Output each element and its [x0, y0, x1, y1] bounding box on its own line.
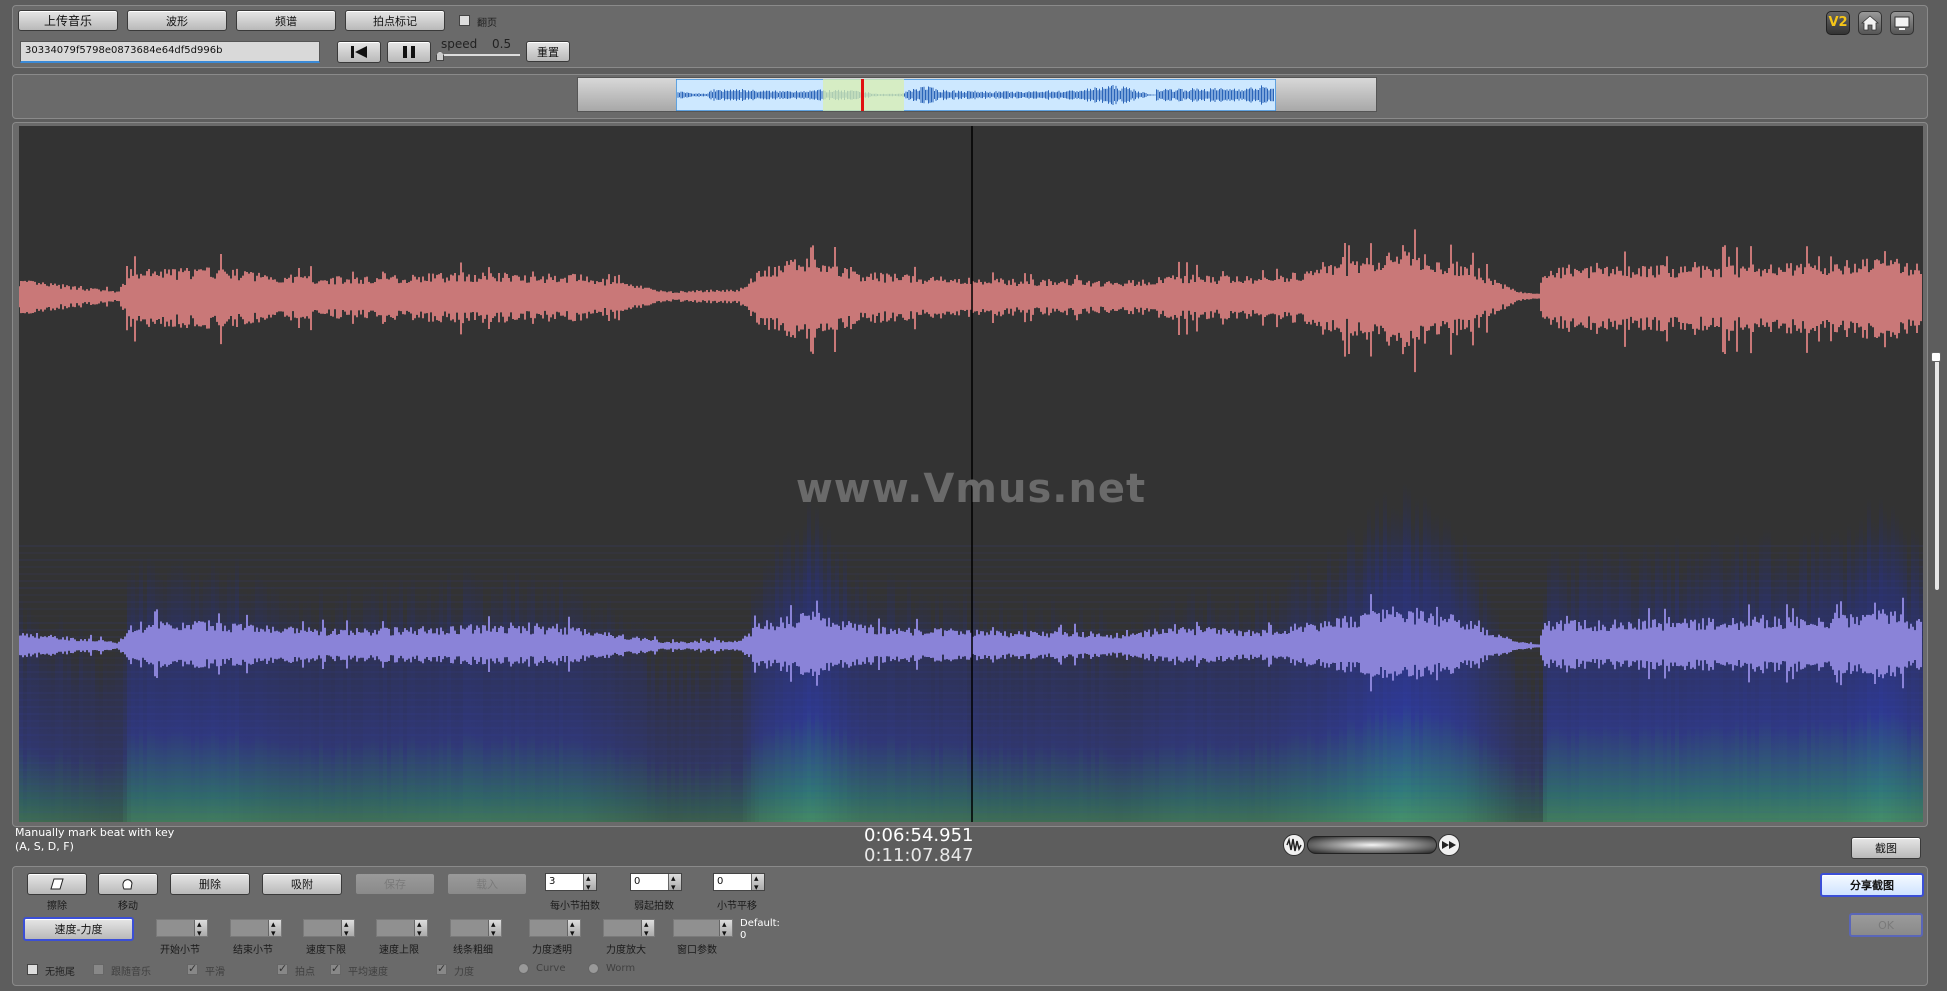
skip-back-icon	[351, 46, 367, 58]
speed-slider-track[interactable]	[438, 54, 520, 56]
hint-line-2: (A, S, D, F)	[15, 840, 74, 853]
tempo-dynamics-button[interactable]: 速度-力度	[23, 917, 134, 941]
delete-button[interactable]: 删除	[170, 873, 250, 895]
waveform-tab-button[interactable]: 波形	[127, 10, 227, 31]
vertical-scrollbar[interactable]	[1935, 352, 1939, 590]
beat-label: 拍点	[295, 967, 315, 978]
tempo-low-stepper[interactable]	[303, 917, 355, 942]
window-param-stepper[interactable]	[673, 917, 733, 942]
flip-page-checkbox[interactable]	[459, 15, 470, 26]
dynamics-zoom-stepper[interactable]	[603, 917, 655, 942]
pause-icon	[403, 46, 415, 58]
tempo-low-caption: 速度下限	[306, 945, 346, 956]
spectrum-tab-button[interactable]: 频谱	[236, 10, 336, 31]
curve-radio[interactable]	[518, 963, 529, 974]
bar-offset-stepper[interactable]: 0	[713, 871, 765, 896]
save-button[interactable]: 保存	[355, 873, 435, 895]
end-bar-stepper[interactable]	[230, 917, 282, 942]
move-button[interactable]	[98, 873, 158, 895]
no-smear-checkbox[interactable]	[27, 964, 38, 975]
line-width-caption: 线条粗细	[453, 945, 493, 956]
screenshot-button[interactable]: 截图	[1851, 837, 1921, 859]
monitor-icon	[1894, 16, 1910, 30]
overview-selection[interactable]	[676, 79, 1276, 111]
tempo-high-caption: 速度上限	[379, 945, 419, 956]
speed-label: speed	[441, 37, 478, 51]
pickup-beats-stepper[interactable]: 0	[630, 871, 682, 896]
tempo-high-stepper[interactable]	[376, 917, 428, 942]
end-bar-caption: 结束小节	[233, 945, 273, 956]
vertical-scroll-handle[interactable]	[1931, 352, 1941, 362]
move-caption: 移动	[118, 901, 138, 912]
avg-tempo-label: 平均速度	[348, 967, 388, 978]
pause-button[interactable]	[387, 41, 431, 63]
fast-forward-button[interactable]	[1438, 834, 1460, 856]
smooth-label: 平滑	[205, 967, 225, 978]
flip-page-label: 翻页	[477, 18, 497, 29]
skip-back-button[interactable]	[337, 41, 381, 63]
dynamics-transparency-caption: 力度透明	[532, 945, 572, 956]
waveform-mode-button[interactable]	[1283, 834, 1305, 856]
avg-tempo-checkbox[interactable]	[330, 962, 341, 975]
zoom-slider[interactable]	[1307, 836, 1437, 854]
dynamics-zoom-caption: 力度放大	[606, 945, 646, 956]
overview-track[interactable]	[577, 77, 1377, 112]
erase-button[interactable]	[27, 873, 87, 895]
dynamics-checkbox[interactable]	[436, 962, 447, 975]
default-value: 0	[740, 930, 747, 941]
upload-music-button[interactable]: 上传音乐	[18, 10, 118, 31]
home-icon	[1861, 15, 1879, 31]
bar-offset-value: 0	[717, 876, 724, 887]
pickup-beats-caption: 弱起拍数	[634, 901, 674, 912]
worm-label: Worm	[606, 963, 636, 974]
snap-button[interactable]: 吸附	[262, 873, 342, 895]
file-id-field[interactable]: 30334079f5798e0873684e64df5d996b	[20, 41, 320, 63]
pickup-beats-value: 0	[634, 876, 641, 887]
follow-music-label: 跟随音乐	[111, 967, 151, 978]
beats-per-bar-stepper[interactable]: 3	[545, 871, 597, 896]
no-smear-label: 无拖尾	[45, 967, 75, 978]
speed-value: 0.5	[492, 37, 512, 51]
bar-offset-caption: 小节平移	[717, 901, 757, 912]
worm-radio[interactable]	[588, 963, 599, 974]
dynamics-label: 力度	[454, 967, 474, 978]
waveform-top	[19, 229, 1922, 373]
load-button[interactable]: 载入	[447, 873, 527, 895]
file-id-text: 30334079f5798e0873684e64df5d996b	[25, 45, 223, 56]
watermark: www.Vmus.net	[795, 466, 1147, 512]
reset-button[interactable]: 重置	[526, 41, 570, 62]
eraser-icon	[50, 878, 64, 890]
hand-icon	[122, 879, 133, 890]
ok-button[interactable]: OK	[1849, 913, 1923, 937]
beats-per-bar-caption: 每小节拍数	[550, 901, 600, 912]
total-time: 0:11:07.847	[864, 845, 974, 866]
home-button[interactable]	[1858, 11, 1882, 35]
beat-checkbox[interactable]	[277, 962, 288, 975]
dynamics-transparency-stepper[interactable]	[529, 917, 581, 942]
smooth-checkbox[interactable]	[187, 962, 198, 975]
waveform-canvas[interactable]: www.Vmus.net	[19, 126, 1923, 822]
window-param-caption: 窗口参数	[677, 945, 717, 956]
follow-music-checkbox[interactable]	[93, 964, 104, 975]
beats-per-bar-value: 3	[549, 876, 556, 887]
waveform-icon	[1286, 837, 1302, 852]
beat-mark-tab-button[interactable]: 拍点标记	[345, 10, 445, 31]
share-screenshot-button[interactable]: 分享截图	[1820, 873, 1924, 897]
curve-label: Curve	[536, 963, 566, 974]
line-width-stepper[interactable]	[450, 917, 502, 942]
erase-caption: 擦除	[47, 901, 67, 912]
fast-forward-icon	[1442, 841, 1456, 849]
v2-badge[interactable]: V2	[1826, 11, 1850, 35]
fullscreen-button[interactable]	[1890, 11, 1914, 35]
start-bar-stepper[interactable]	[156, 917, 208, 942]
start-bar-caption: 开始小节	[160, 945, 200, 956]
current-time: 0:06:54.951	[864, 825, 974, 846]
hint-line-1: Manually mark beat with key	[15, 826, 175, 839]
default-label: Default:	[740, 918, 780, 929]
